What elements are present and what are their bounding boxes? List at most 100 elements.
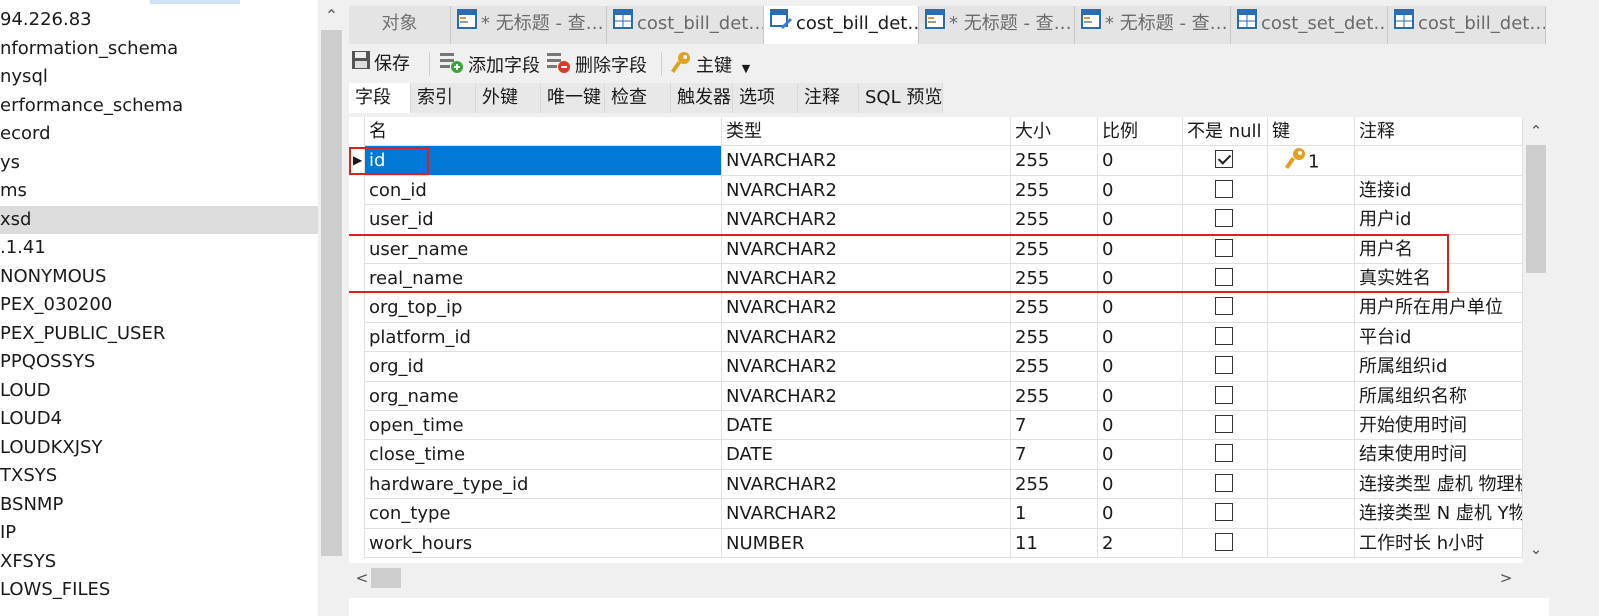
schema-tree-item[interactable]: xsd: [0, 205, 318, 234]
field-name-cell[interactable]: open_time: [365, 411, 722, 441]
field-scale-cell[interactable]: 0: [1098, 352, 1183, 382]
not-null-cell[interactable]: [1183, 205, 1268, 235]
save-button[interactable]: 保存: [351, 50, 410, 78]
delete-field-button[interactable]: 删除字段: [546, 50, 647, 78]
field-row[interactable]: ▶ id NVARCHAR2 255 0 1: [349, 146, 1523, 176]
field-size-cell[interactable]: 255: [1011, 322, 1098, 353]
field-name-cell[interactable]: con_type: [365, 499, 722, 529]
field-comment-cell[interactable]: 连接类型 N 虚机 Y物: [1355, 499, 1523, 529]
field-row[interactable]: open_time DATE 7 0 开始使用时间: [349, 411, 1523, 441]
field-row[interactable]: org_name NVARCHAR2 255 0 所属组织名称: [349, 381, 1523, 411]
field-type-cell[interactable]: NVARCHAR2: [722, 352, 1011, 382]
row-indicator[interactable]: [349, 411, 365, 441]
subtab[interactable]: 字段: [349, 83, 411, 113]
field-type-cell[interactable]: NVARCHAR2: [722, 146, 1011, 176]
schema-tree-item[interactable]: nysql: [0, 63, 318, 92]
field-comment-cell[interactable]: 平台id: [1355, 322, 1523, 353]
field-row[interactable]: user_name NVARCHAR2 255 0 用户名: [349, 234, 1523, 264]
field-type-cell[interactable]: NVARCHAR2: [722, 293, 1011, 323]
row-indicator[interactable]: [349, 264, 365, 294]
key-cell[interactable]: [1268, 440, 1355, 470]
schema-tree-item[interactable]: PPQOSSYS: [0, 348, 318, 377]
column-header[interactable]: 键: [1268, 117, 1355, 147]
key-cell[interactable]: [1268, 175, 1355, 206]
field-comment-cell[interactable]: 用户id: [1355, 205, 1523, 235]
not-null-checkbox[interactable]: [1215, 150, 1233, 169]
row-indicator[interactable]: [349, 322, 365, 353]
row-indicator[interactable]: [349, 175, 365, 206]
add-field-button[interactable]: 添加字段: [439, 50, 540, 78]
field-size-cell[interactable]: 255: [1011, 234, 1098, 264]
not-null-cell[interactable]: [1183, 381, 1268, 411]
dropdown-caret-icon[interactable]: ▼: [742, 62, 750, 75]
editor-tab[interactable]: cost_bill_det…: [1388, 6, 1546, 44]
field-type-cell[interactable]: NVARCHAR2: [722, 381, 1011, 411]
schema-tree-item[interactable]: ms: [0, 177, 318, 206]
field-type-cell[interactable]: DATE: [722, 440, 1011, 470]
field-row[interactable]: platform_id NVARCHAR2 255 0 平台id: [349, 322, 1523, 353]
schema-tree-item[interactable]: XFSYS: [0, 548, 318, 577]
field-size-cell[interactable]: 11: [1011, 528, 1098, 558]
subtab[interactable]: 选项: [733, 83, 798, 113]
field-comment-cell[interactable]: 结束使用时间: [1355, 440, 1523, 470]
key-cell[interactable]: [1268, 499, 1355, 529]
field-scale-cell[interactable]: 0: [1098, 381, 1183, 411]
field-scale-cell[interactable]: 0: [1098, 264, 1183, 294]
not-null-cell[interactable]: [1183, 411, 1268, 441]
field-size-cell[interactable]: 7: [1011, 411, 1098, 441]
field-scale-cell[interactable]: 0: [1098, 411, 1183, 441]
row-indicator[interactable]: [349, 528, 365, 558]
field-scale-cell[interactable]: 0: [1098, 205, 1183, 235]
not-null-cell[interactable]: [1183, 293, 1268, 323]
navigator-scroll-thumb[interactable]: [321, 30, 342, 556]
field-comment-cell[interactable]: 连接id: [1355, 175, 1523, 206]
key-cell[interactable]: [1268, 381, 1355, 411]
field-name-cell[interactable]: id: [365, 146, 722, 176]
not-null-checkbox[interactable]: [1215, 356, 1233, 375]
schema-tree-item[interactable]: PEX_PUBLIC_USER: [0, 320, 318, 349]
editor-tab[interactable]: cost_bill_det…: [764, 6, 919, 44]
navigator-scrollbar[interactable]: ⌃: [318, 0, 345, 616]
not-null-cell[interactable]: [1183, 440, 1268, 470]
not-null-cell[interactable]: [1183, 499, 1268, 529]
schema-tree-item[interactable]: nformation_schema: [0, 35, 318, 64]
field-comment-cell[interactable]: 所属组织名称: [1355, 381, 1523, 411]
field-type-cell[interactable]: DATE: [722, 411, 1011, 441]
not-null-checkbox[interactable]: [1215, 532, 1233, 551]
not-null-cell[interactable]: [1183, 352, 1268, 382]
field-scale-cell[interactable]: 2: [1098, 528, 1183, 558]
key-cell[interactable]: [1268, 322, 1355, 353]
field-size-cell[interactable]: 255: [1011, 381, 1098, 411]
editor-tab[interactable]: * 无标题 - 查…: [919, 6, 1075, 44]
field-comment-cell[interactable]: 开始使用时间: [1355, 411, 1523, 441]
editor-tab[interactable]: cost_bill_det…: [607, 6, 764, 44]
row-indicator[interactable]: [349, 440, 365, 470]
subtab[interactable]: SQL 预览: [859, 83, 943, 113]
field-size-cell[interactable]: 1: [1011, 499, 1098, 529]
field-row[interactable]: real_name NVARCHAR2 255 0 真实姓名: [349, 264, 1523, 294]
editor-tab[interactable]: * 无标题 - 查…: [451, 6, 607, 44]
field-name-cell[interactable]: platform_id: [365, 322, 722, 353]
field-scale-cell[interactable]: 0: [1098, 322, 1183, 353]
field-name-cell[interactable]: user_id: [365, 205, 722, 235]
field-row[interactable]: user_id NVARCHAR2 255 0 用户id: [349, 205, 1523, 235]
field-size-cell[interactable]: 255: [1011, 146, 1098, 176]
schema-tree-item[interactable]: TXSYS: [0, 462, 318, 491]
grid-vertical-scroll-thumb[interactable]: [1526, 145, 1546, 273]
editor-tab[interactable]: cost_set_det…: [1231, 6, 1388, 44]
not-null-checkbox[interactable]: [1215, 385, 1233, 404]
column-header[interactable]: 注释: [1355, 117, 1523, 147]
field-name-cell[interactable]: user_name: [365, 234, 722, 264]
field-type-cell[interactable]: NVARCHAR2: [722, 322, 1011, 353]
field-type-cell[interactable]: NVARCHAR2: [722, 469, 1011, 500]
field-comment-cell[interactable]: 用户名: [1355, 234, 1523, 264]
field-comment-cell[interactable]: 真实姓名: [1355, 264, 1523, 294]
field-scale-cell[interactable]: 0: [1098, 293, 1183, 323]
field-comment-cell[interactable]: 工作时长 h小时: [1355, 528, 1523, 558]
field-scale-cell[interactable]: 0: [1098, 499, 1183, 529]
field-type-cell[interactable]: NUMBER: [722, 528, 1011, 558]
subtab[interactable]: 唯一键: [541, 83, 605, 113]
field-size-cell[interactable]: 255: [1011, 293, 1098, 323]
field-scale-cell[interactable]: 0: [1098, 146, 1183, 176]
editor-tab[interactable]: * 无标题 - 查…: [1075, 6, 1231, 44]
